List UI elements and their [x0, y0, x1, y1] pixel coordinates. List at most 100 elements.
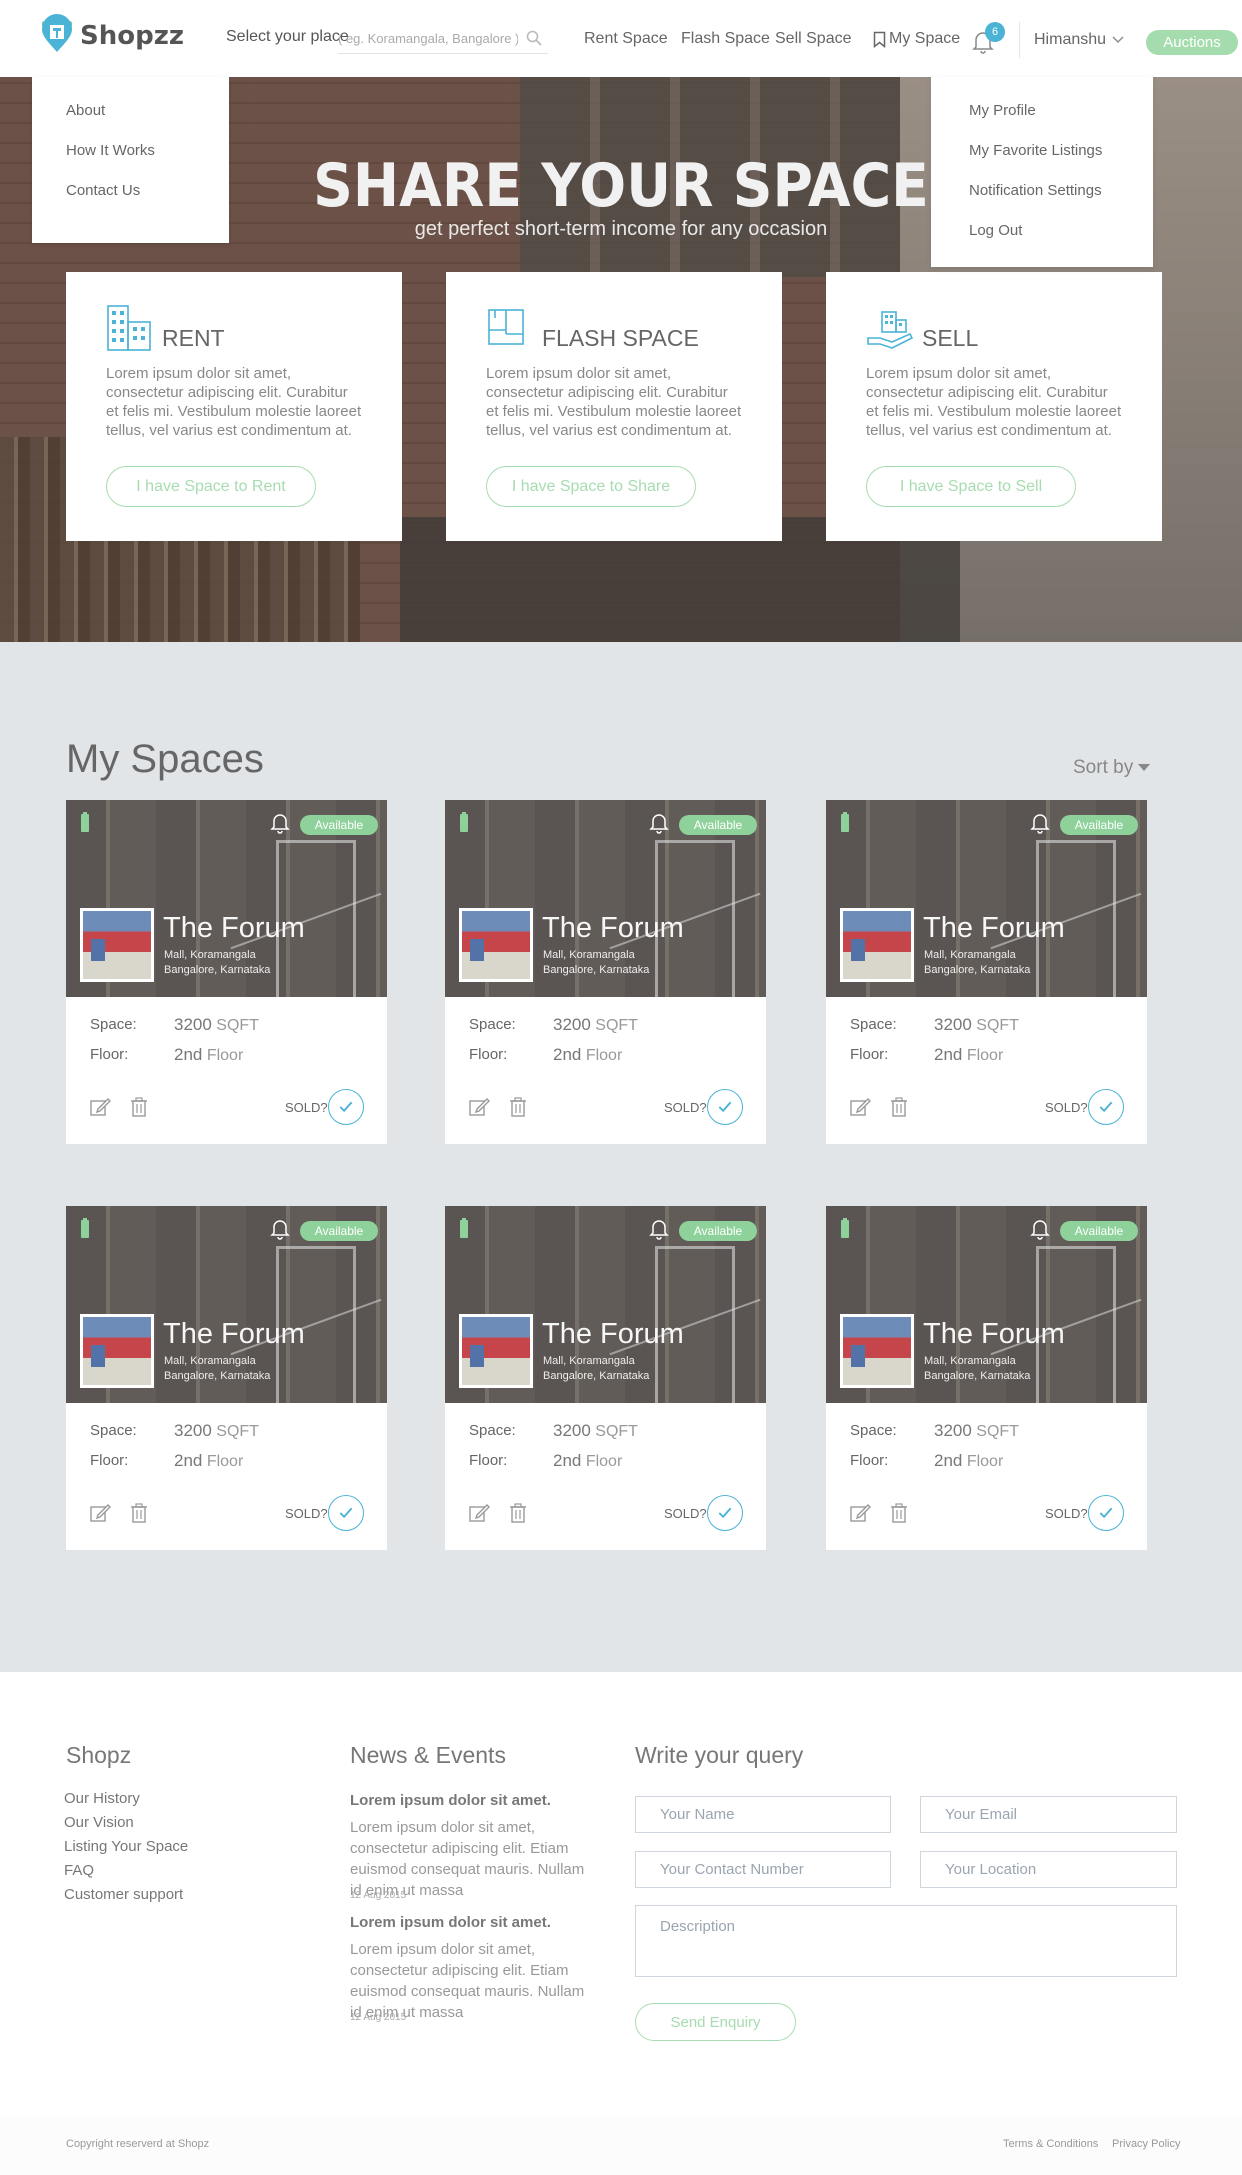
contact-number-field[interactable]: [635, 1851, 891, 1888]
news-item-title[interactable]: Lorem ipsum dolor sit amet.: [350, 1792, 551, 1809]
building-icon: [107, 305, 151, 351]
location-field[interactable]: [920, 1851, 1177, 1888]
space-label: Space:: [850, 1422, 897, 1439]
bell-icon[interactable]: [649, 1218, 669, 1240]
space-card[interactable]: Available The Forum Mall, Koramangala Banga…: [826, 1206, 1147, 1550]
menu-item-how-it-works[interactable]: How It Works: [32, 141, 229, 181]
space-image[interactable]: Available The Forum Mall, Koramangala Banga…: [66, 800, 387, 997]
check-icon: [1099, 1507, 1113, 1519]
edit-icon[interactable]: [469, 1097, 491, 1117]
menu-item-log-out[interactable]: Log Out: [931, 221, 1153, 261]
send-enquiry-button[interactable]: Send Enquiry: [635, 2003, 796, 2041]
space-card[interactable]: Available The Forum Mall, Koramangala Banga…: [66, 1206, 387, 1550]
edit-icon[interactable]: [90, 1097, 112, 1117]
menu-item-notification-settings[interactable]: Notification Settings: [931, 181, 1153, 221]
mark-sold-button[interactable]: [707, 1089, 743, 1125]
menu-item-favorite-listings[interactable]: My Favorite Listings: [931, 141, 1153, 181]
space-name[interactable]: The Forum: [542, 1318, 684, 1351]
bell-icon[interactable]: [1030, 1218, 1050, 1240]
mark-sold-button[interactable]: [328, 1495, 364, 1531]
space-image[interactable]: Available The Forum Mall, Koramangala Banga…: [445, 1206, 766, 1403]
trash-icon[interactable]: [130, 1503, 148, 1523]
card-text: Lorem ipsum dolor sit amet, consectetur …: [866, 365, 1122, 439]
bell-icon[interactable]: [270, 812, 290, 834]
mark-sold-button[interactable]: [1088, 1089, 1124, 1125]
space-city: Bangalore, Karnataka: [543, 1370, 650, 1382]
email-field[interactable]: [920, 1796, 1177, 1833]
space-image[interactable]: Available The Forum Mall, Koramangala Banga…: [445, 800, 766, 997]
news-item-title[interactable]: Lorem ipsum dolor sit amet.: [350, 1914, 551, 1931]
space-card[interactable]: Available The Forum Mall, Koramangala Banga…: [826, 800, 1147, 1144]
menu-item-my-profile[interactable]: My Profile: [931, 101, 1153, 141]
footer-link-vision[interactable]: Our Vision: [64, 1814, 134, 1831]
name-field[interactable]: [635, 1796, 891, 1833]
edit-icon[interactable]: [469, 1503, 491, 1523]
footer-query-title: Write your query: [635, 1742, 804, 1768]
edit-icon[interactable]: [90, 1503, 112, 1523]
mark-sold-button[interactable]: [328, 1089, 364, 1125]
floor-unit: Floor: [585, 1453, 623, 1470]
auctions-button[interactable]: Auctions: [1146, 30, 1238, 55]
floor-unit: Floor: [966, 1047, 1004, 1064]
search-input[interactable]: [338, 24, 518, 52]
trash-icon[interactable]: [890, 1503, 908, 1523]
edit-icon[interactable]: [850, 1097, 872, 1117]
space-name[interactable]: The Forum: [163, 1318, 305, 1351]
rent-space-button[interactable]: I have Space to Rent: [106, 466, 316, 507]
terms-link[interactable]: Terms & Conditions: [1003, 2138, 1098, 2150]
space-name[interactable]: The Forum: [923, 912, 1065, 945]
bell-icon[interactable]: [1030, 812, 1050, 834]
nav-rent-space[interactable]: Rent Space: [584, 30, 668, 48]
logo-icon: [42, 14, 72, 52]
space-image[interactable]: Available The Forum Mall, Koramangala Banga…: [66, 1206, 387, 1403]
nav-sell-space[interactable]: Sell Space: [775, 30, 852, 48]
trash-icon[interactable]: [890, 1097, 908, 1117]
user-name[interactable]: Himanshu: [1034, 31, 1106, 49]
space-city: Bangalore, Karnataka: [924, 1370, 1031, 1382]
space-name[interactable]: The Forum: [923, 1318, 1065, 1351]
edit-icon[interactable]: [850, 1503, 872, 1523]
space-size: 3200: [553, 1015, 591, 1034]
floor-number: 2nd: [553, 1045, 582, 1064]
description-field[interactable]: [635, 1905, 1177, 1977]
chevron-down-icon[interactable]: [1112, 34, 1124, 46]
footer-link-history[interactable]: Our History: [64, 1790, 140, 1807]
footer-link-faq[interactable]: FAQ: [64, 1862, 94, 1879]
footer-link-listing[interactable]: Listing Your Space: [64, 1838, 188, 1855]
logo[interactable]: Shopzz: [36, 12, 184, 54]
trash-icon[interactable]: [130, 1097, 148, 1117]
trash-icon[interactable]: [509, 1503, 527, 1523]
sell-space-button[interactable]: I have Space to Sell: [866, 466, 1076, 507]
notifications-button[interactable]: 6: [972, 22, 1005, 54]
trash-icon[interactable]: [509, 1097, 527, 1117]
space-location: Mall, Koramangala: [924, 1355, 1016, 1367]
space-value: 3200 SQFT: [934, 1015, 1019, 1035]
sold-label: SOLD?: [285, 1506, 328, 1521]
footer: Shopz Our History Our Vision Listing You…: [0, 1672, 1242, 2175]
menu-item-contact-us[interactable]: Contact Us: [32, 181, 229, 221]
space-name[interactable]: The Forum: [163, 912, 305, 945]
search-box: [338, 24, 548, 54]
sort-by-dropdown[interactable]: Sort by: [1073, 757, 1151, 779]
bell-icon[interactable]: [270, 1218, 290, 1240]
nav-my-space[interactable]: My Space: [873, 30, 960, 48]
news-item-date: 12 Aug 2015: [350, 2012, 407, 2023]
search-icon[interactable]: [526, 30, 542, 46]
nav-flash-space[interactable]: Flash Space: [681, 30, 770, 48]
footer-link-support[interactable]: Customer support: [64, 1886, 183, 1903]
status-badge: Available: [300, 1221, 378, 1241]
menu-item-about[interactable]: About: [32, 101, 229, 141]
mark-sold-button[interactable]: [707, 1495, 743, 1531]
mark-sold-button[interactable]: [1088, 1495, 1124, 1531]
share-space-button[interactable]: I have Space to Share: [486, 466, 696, 507]
space-image[interactable]: Available The Forum Mall, Koramangala Banga…: [826, 1206, 1147, 1403]
space-card[interactable]: Available The Forum Mall, Koramangala Banga…: [445, 1206, 766, 1550]
space-card[interactable]: Available The Forum Mall, Koramangala Banga…: [445, 800, 766, 1144]
card-title: FLASH SPACE: [542, 325, 699, 351]
user-dropdown-menu: My Profile My Favorite Listings Notifica…: [931, 77, 1153, 267]
space-image[interactable]: Available The Forum Mall, Koramangala Banga…: [826, 800, 1147, 997]
space-card[interactable]: Available The Forum Mall, Koramangala Banga…: [66, 800, 387, 1144]
privacy-link[interactable]: Privacy Policy: [1112, 2138, 1180, 2150]
space-name[interactable]: The Forum: [542, 912, 684, 945]
bell-icon[interactable]: [649, 812, 669, 834]
